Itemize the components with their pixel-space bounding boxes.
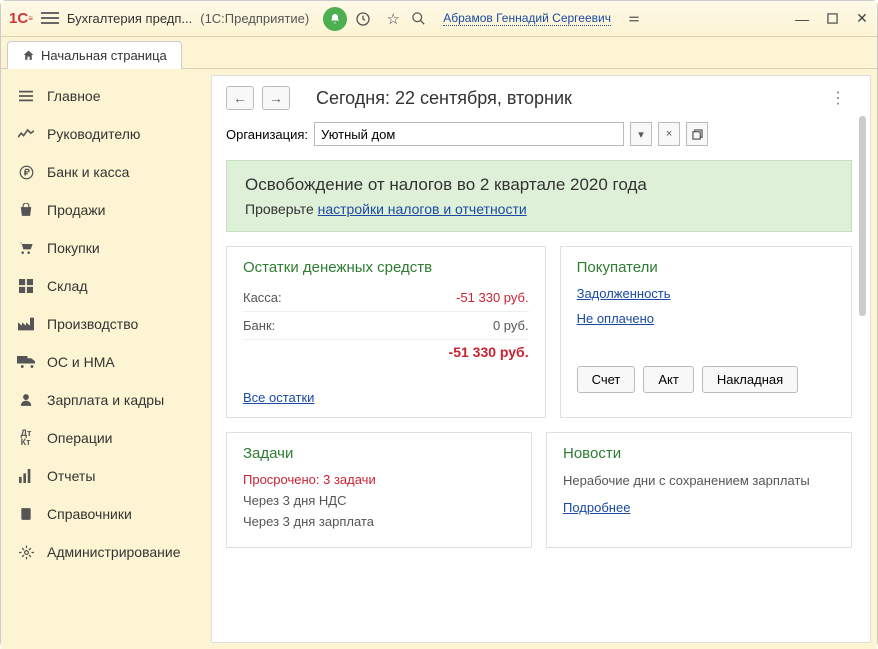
org-label: Организация: (226, 127, 308, 142)
titlebar: 1C≡ Бухгалтерия предп... (1С:Предприятие… (1, 1, 877, 37)
cash-label: Банк: (243, 318, 275, 333)
banner-prefix: Проверьте (245, 201, 318, 217)
sidebar-item-catalogs[interactable]: Справочники (1, 495, 211, 533)
person-icon (17, 391, 35, 409)
sidebar-item-label: Операции (47, 430, 113, 446)
gear-icon (17, 543, 35, 561)
sidebar-item-label: ОС и НМА (47, 354, 115, 370)
tab-label: Начальная страница (41, 48, 167, 63)
sidebar-item-production[interactable]: Производство (1, 305, 211, 343)
buyers-card: Покупатели Задолженность Не оплачено Сче… (560, 246, 852, 418)
app-logo: 1C≡ (9, 10, 33, 27)
sidebar-item-label: Банк и касса (47, 164, 129, 180)
search-icon[interactable] (411, 11, 431, 26)
home-icon (22, 49, 35, 62)
org-input[interactable] (314, 122, 624, 146)
maximize-icon[interactable] (825, 12, 839, 26)
tasks-overdue: Просрочено: 3 задачи (243, 472, 515, 487)
news-text: Нерабочие дни с сохранением зарплаты (563, 472, 835, 490)
sidebar: Главное Руководителю Банк и касса Продаж… (1, 69, 211, 649)
task-line: Через 3 дня зарплата (243, 514, 515, 529)
cash-total: -51 330 руб. (449, 344, 529, 360)
cash-card: Остатки денежных средств Касса: -51 330 … (226, 246, 546, 418)
sidebar-item-label: Склад (47, 278, 88, 294)
sidebar-item-label: Главное (47, 88, 101, 104)
minimize-icon[interactable]: — (795, 12, 809, 26)
sidebar-item-label: Производство (47, 316, 138, 332)
sidebar-item-operations[interactable]: ДтКт Операции (1, 419, 211, 457)
star-icon[interactable]: ☆ (383, 10, 403, 28)
chart-icon (17, 467, 35, 485)
history-icon[interactable] (355, 11, 375, 27)
sidebar-item-label: Продажи (47, 202, 105, 218)
pulse-icon (17, 125, 35, 143)
page-title: Сегодня: 22 сентября, вторник (316, 88, 572, 109)
sidebar-item-label: Администрирование (47, 544, 181, 560)
sidebar-item-label: Отчеты (47, 468, 95, 484)
sidebar-item-sales[interactable]: Продажи (1, 191, 211, 229)
act-button[interactable]: Акт (643, 366, 693, 393)
main-panel: ← → Сегодня: 22 сентября, вторник ⋮ Орга… (211, 75, 871, 643)
nav-forward-button[interactable]: → (262, 86, 290, 110)
user-link[interactable]: Абрамов Геннадий Сергеевич (443, 11, 611, 26)
sidebar-item-label: Зарплата и кадры (47, 392, 164, 408)
cash-title: Остатки денежных средств (243, 259, 529, 276)
banner-title: Освобождение от налогов во 2 квартале 20… (245, 175, 833, 195)
waybill-button[interactable]: Накладная (702, 366, 798, 393)
sidebar-item-label: Покупки (47, 240, 100, 256)
ruble-icon (17, 163, 35, 181)
truck-icon (17, 353, 35, 371)
menu-icon[interactable] (41, 12, 59, 26)
bag-icon (17, 201, 35, 219)
org-dropdown-button[interactable]: ▾ (630, 122, 652, 146)
close-icon[interactable]: ✕ (855, 12, 869, 26)
sidebar-item-reports[interactable]: Отчеты (1, 457, 211, 495)
sidebar-item-purchases[interactable]: Покупки (1, 229, 211, 267)
sidebar-item-manager[interactable]: Руководителю (1, 115, 211, 153)
cash-value: -51 330 руб. (456, 290, 529, 305)
task-line: Через 3 дня НДС (243, 493, 515, 508)
nav-back-button[interactable]: ← (226, 86, 254, 110)
app-subtitle: (1С:Предприятие) (200, 11, 309, 26)
notification-icon[interactable] (323, 7, 347, 31)
org-clear-button[interactable]: × (658, 122, 680, 146)
equals-icon[interactable] (627, 12, 647, 26)
org-open-button[interactable] (686, 122, 708, 146)
buyers-title: Покупатели (577, 259, 835, 276)
tasks-title: Задачи (243, 445, 515, 462)
sidebar-item-label: Руководителю (47, 126, 140, 142)
unpaid-link[interactable]: Не оплачено (577, 311, 835, 326)
list-icon (17, 87, 35, 105)
factory-icon (17, 315, 35, 333)
tasks-card: Задачи Просрочено: 3 задачи Через 3 дня … (226, 432, 532, 548)
sidebar-item-hr[interactable]: Зарплата и кадры (1, 381, 211, 419)
more-icon[interactable]: ⋮ (830, 88, 846, 108)
all-balances-link[interactable]: Все остатки (243, 390, 314, 405)
cash-label: Касса: (243, 290, 282, 305)
sidebar-item-assets[interactable]: ОС и НМА (1, 343, 211, 381)
boxes-icon (17, 277, 35, 295)
tax-banner: Освобождение от налогов во 2 квартале 20… (226, 160, 852, 232)
sidebar-item-admin[interactable]: Администрирование (1, 533, 211, 571)
sidebar-item-label: Справочники (47, 506, 132, 522)
news-card: Новости Нерабочие дни с сохранением зарп… (546, 432, 852, 548)
sidebar-item-main[interactable]: Главное (1, 77, 211, 115)
banner-link[interactable]: настройки налогов и отчетности (318, 201, 527, 217)
app-title: Бухгалтерия предп... (67, 11, 192, 26)
news-title: Новости (563, 445, 835, 462)
news-more-link[interactable]: Подробнее (563, 500, 630, 515)
tab-home[interactable]: Начальная страница (7, 41, 182, 69)
sidebar-item-bank[interactable]: Банк и касса (1, 153, 211, 191)
book-icon (17, 505, 35, 523)
sidebar-item-warehouse[interactable]: Склад (1, 267, 211, 305)
debt-link[interactable]: Задолженность (577, 286, 835, 301)
cart-icon (17, 239, 35, 257)
cash-value: 0 руб. (493, 318, 529, 333)
dtkt-icon: ДтКт (17, 429, 35, 447)
invoice-button[interactable]: Счет (577, 366, 636, 393)
tabbar: Начальная страница (1, 37, 877, 69)
